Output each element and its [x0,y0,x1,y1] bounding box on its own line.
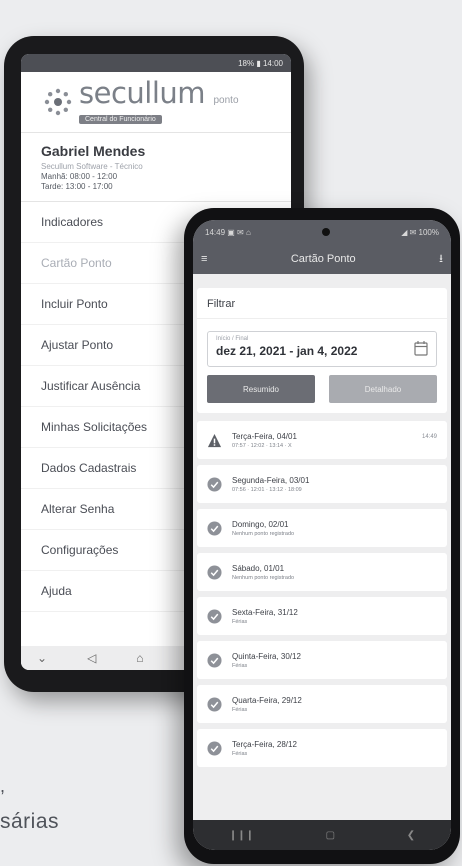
camera-hole [322,228,330,236]
period-label: Início / Final [216,336,249,342]
download-icon[interactable]: ⭳ [439,250,443,269]
day-label: Terça-Feira, 04/01 [232,431,297,441]
back-icon[interactable]: ❮ [407,830,415,841]
brand-subtitle: Central do Funcionário [79,115,162,124]
day-row[interactable]: Terça-Feira, 28/12 Férias [197,729,447,767]
day-row[interactable]: Sábado, 01/01 Nenhum ponto registrado [197,553,447,591]
brand-product: ponto [213,95,239,106]
warning-icon [207,433,222,447]
day-row[interactable]: Terça-Feira, 04/01 07:57 · 12:02 · 13:14… [197,421,447,459]
brand-name: secullum [79,76,206,110]
calendar-icon[interactable] [414,340,428,356]
nav-home-icon[interactable]: ⌂ [136,651,143,665]
front-phone: 14:49 ▣ ✉ ⌂ ◢ ✉ 100% ≡ Cartão Ponto ⭳ Fi… [184,208,460,864]
check-circle-icon [207,740,222,756]
status-bar: 18% ▮ 14:00 [21,54,291,72]
user-afternoon-hours: Tarde: 13:00 - 17:00 [41,182,113,191]
day-label: Quinta-Feira, 30/12 [232,651,301,661]
caption-comma: , [0,776,6,796]
day-row[interactable]: Quarta-Feira, 29/12 Férias [197,685,447,723]
status-text: 18% ▮ 14:00 [238,58,283,68]
user-morning-hours: Manhã: 08:00 - 12:00 [41,172,118,181]
nav-down-icon[interactable]: ⌄ [37,651,47,665]
system-nav-bar: ❙❙❙ ▢ ❮ [193,820,451,850]
check-circle-icon [207,696,222,712]
day-punches: Férias [232,618,248,625]
hamburger-menu-icon[interactable]: ≡ [201,253,207,265]
day-label: Segunda-Feira, 03/01 [232,475,310,485]
check-circle-icon [207,652,222,668]
day-row[interactable]: Segunda-Feira, 03/01 07:56 · 12:01 · 13:… [197,465,447,503]
day-row[interactable]: Quinta-Feira, 30/12 Férias [197,641,447,679]
cartao-ponto-screen: 14:49 ▣ ✉ ⌂ ◢ ✉ 100% ≡ Cartão Ponto ⭳ Fi… [193,220,451,850]
filter-card: Filtrar Início / Final dez 21, 2021 - ja… [197,288,447,413]
check-circle-icon [207,520,222,536]
period-field[interactable]: Início / Final dez 21, 2021 - jan 4, 202… [207,331,437,367]
view-mode-buttons: Resumido Detalhado [207,375,437,403]
day-punches: 07:57 · 12:02 · 13:14 · X [232,442,292,449]
day-punches: Férias [232,750,248,757]
day-label: Domingo, 02/01 [232,519,289,529]
day-list: Terça-Feira, 04/01 07:57 · 12:02 · 13:14… [193,421,451,767]
summary-button[interactable]: Resumido [207,375,315,403]
status-bar: 14:49 ▣ ✉ ⌂ ◢ ✉ 100% [193,220,451,244]
status-left: 14:49 ▣ ✉ ⌂ [205,227,251,237]
user-company: Secullum Software - Técnico [41,162,143,171]
day-punches: 07:56 · 12:01 · 13:12 · 18:09 [232,486,302,493]
day-label: Sexta-Feira, 31/12 [232,607,298,617]
filter-title: Filtrar [197,288,447,319]
home-icon[interactable]: ▢ [326,830,335,841]
day-row[interactable]: Domingo, 02/01 Nenhum ponto registrado [197,509,447,547]
check-circle-icon [207,608,222,624]
nav-back-icon[interactable]: ◁ [87,651,96,665]
brand-header: secullum ponto Central do Funcionário [21,72,291,132]
user-info: Gabriel Mendes Secullum Software - Técni… [21,132,291,202]
day-label: Quarta-Feira, 29/12 [232,695,302,705]
secullum-logo-icon [44,88,72,116]
user-name: Gabriel Mendes [41,143,146,159]
app-bar: ≡ Cartão Ponto ⭳ [193,244,451,274]
detailed-button[interactable]: Detalhado [329,375,437,403]
day-time: 14:49 [421,434,437,440]
day-punches: Férias [232,706,248,713]
check-circle-icon [207,476,222,492]
check-circle-icon [207,564,222,580]
status-right: ◢ ✉ 100% [401,227,439,237]
page-title: Cartão Ponto [290,253,356,265]
day-label: Terça-Feira, 28/12 [232,739,297,749]
period-value: dez 21, 2021 - jan 4, 2022 [216,344,358,358]
recent-apps-icon[interactable]: ❙❙❙ [229,830,254,841]
day-label: Sábado, 01/01 [232,563,285,573]
day-punches: Nenhum ponto registrado [232,530,295,537]
day-row[interactable]: Sexta-Feira, 31/12 Férias [197,597,447,635]
day-punches: Nenhum ponto registrado [232,574,295,581]
caption-text: sárias [0,810,60,833]
day-punches: Férias [232,662,248,669]
